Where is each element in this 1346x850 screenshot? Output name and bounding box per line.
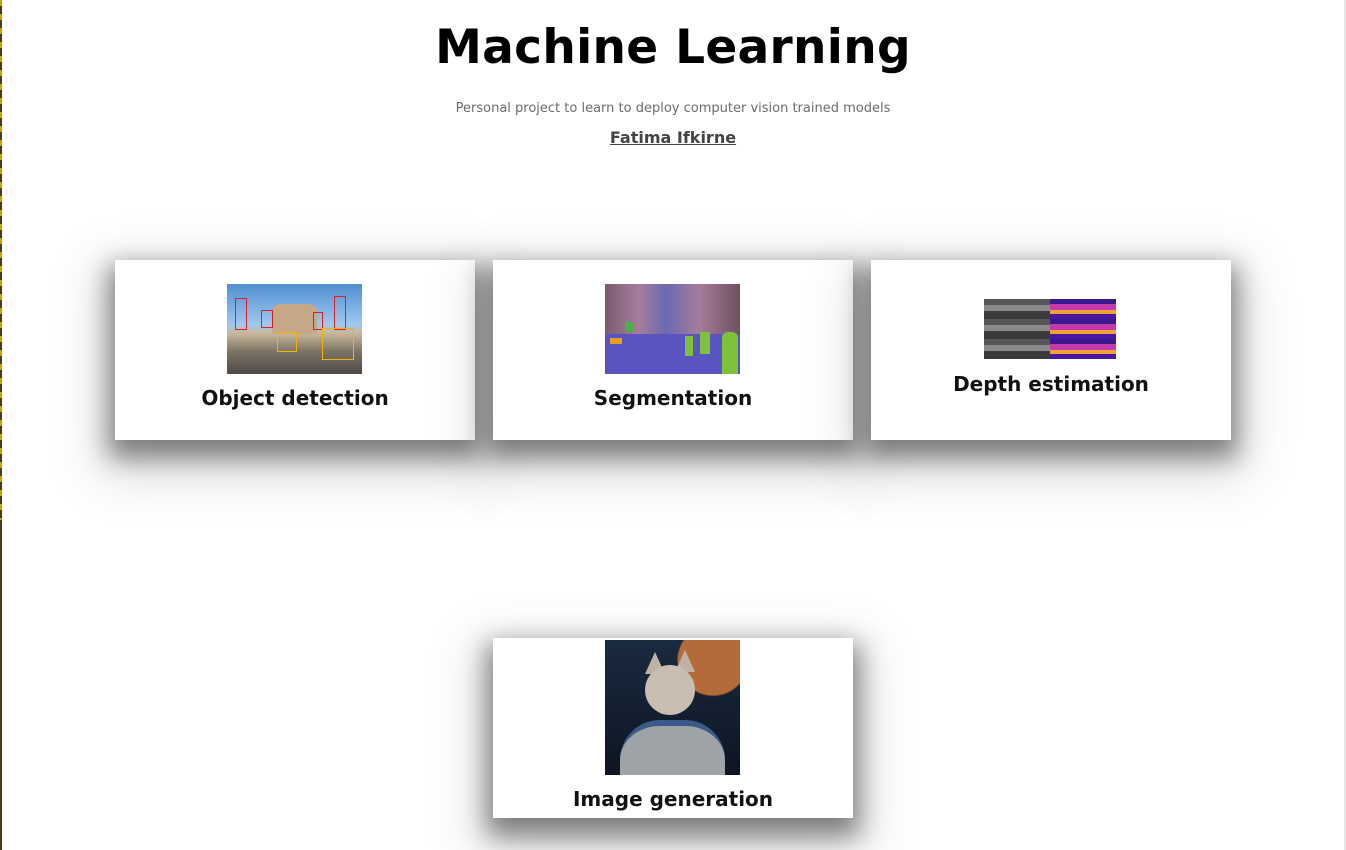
- card-segmentation[interactable]: Segmentation: [493, 260, 853, 440]
- card-depth-estimation[interactable]: Depth estimation: [871, 260, 1231, 440]
- card-image-generation[interactable]: Image generation: [493, 638, 853, 818]
- depth-estimation-thumbnail: [984, 299, 1116, 359]
- card-object-detection[interactable]: Object detection: [115, 260, 475, 440]
- segmentation-thumbnail: [605, 284, 740, 374]
- card-label: Segmentation: [593, 386, 753, 410]
- card-label: Depth estimation: [953, 372, 1149, 396]
- image-generation-thumbnail: [605, 640, 740, 775]
- author-link[interactable]: Fatima Ifkirne: [0, 128, 1346, 147]
- page: Machine Learning Personal project to lea…: [0, 0, 1346, 850]
- object-detection-thumbnail: [227, 284, 362, 374]
- page-title: Machine Learning: [435, 20, 911, 75]
- page-subtitle: Personal project to learn to deploy comp…: [455, 101, 891, 116]
- card-label: Image generation: [572, 787, 774, 811]
- card-label: Object detection: [201, 386, 389, 410]
